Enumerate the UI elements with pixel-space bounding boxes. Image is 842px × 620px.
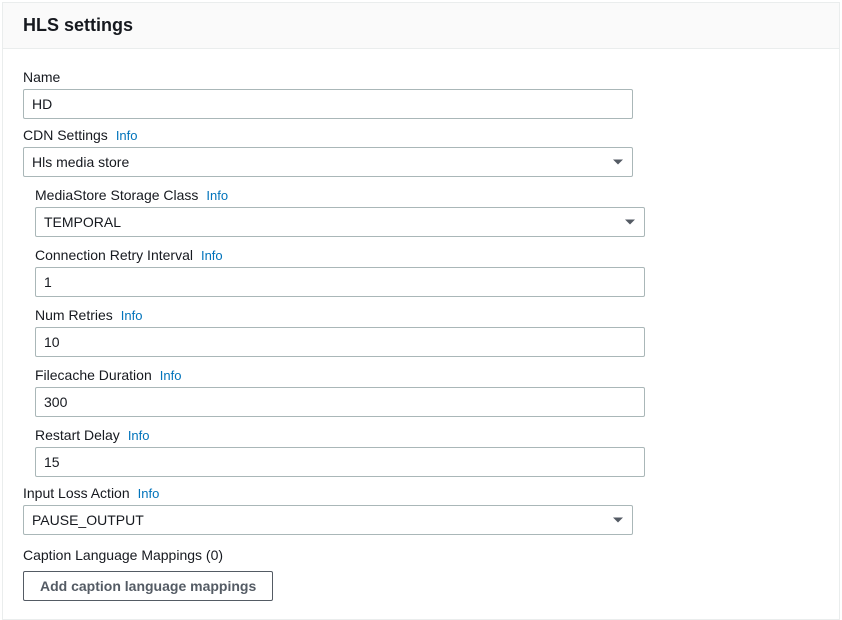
restart-delay-label: Restart Delay Info	[35, 427, 819, 443]
name-label-text: Name	[23, 69, 60, 85]
filecache-duration-info-link[interactable]: Info	[160, 368, 182, 383]
caption-language-mappings-section: Caption Language Mappings (0) Add captio…	[23, 547, 819, 601]
panel-header: HLS settings	[3, 3, 839, 49]
connection-retry-interval-input[interactable]	[35, 267, 645, 297]
cdn-settings-label-text: CDN Settings	[23, 127, 108, 143]
filecache-duration-label-text: Filecache Duration	[35, 367, 152, 383]
mediastore-storage-class-select-wrap	[35, 207, 645, 237]
input-loss-action-field: Input Loss Action Info	[23, 485, 819, 535]
input-loss-action-info-link[interactable]: Info	[138, 486, 160, 501]
num-retries-field: Num Retries Info	[35, 307, 819, 357]
filecache-duration-input[interactable]	[35, 387, 645, 417]
connection-retry-interval-field: Connection Retry Interval Info	[35, 247, 819, 297]
mediastore-storage-class-info-link[interactable]: Info	[206, 188, 228, 203]
input-loss-action-select-wrap	[23, 505, 633, 535]
restart-delay-label-text: Restart Delay	[35, 427, 120, 443]
mediastore-storage-class-label-text: MediaStore Storage Class	[35, 187, 198, 203]
input-loss-action-label-text: Input Loss Action	[23, 485, 130, 501]
panel-body: Name CDN Settings Info MediaStore Storag…	[3, 49, 839, 619]
connection-retry-interval-label-text: Connection Retry Interval	[35, 247, 193, 263]
restart-delay-info-link[interactable]: Info	[128, 428, 150, 443]
filecache-duration-label: Filecache Duration Info	[35, 367, 819, 383]
panel-title: HLS settings	[23, 15, 819, 36]
restart-delay-input[interactable]	[35, 447, 645, 477]
num-retries-input[interactable]	[35, 327, 645, 357]
filecache-duration-field: Filecache Duration Info	[35, 367, 819, 417]
add-caption-language-mappings-button[interactable]: Add caption language mappings	[23, 571, 273, 601]
cdn-settings-info-link[interactable]: Info	[116, 128, 138, 143]
input-loss-action-label: Input Loss Action Info	[23, 485, 819, 501]
restart-delay-field: Restart Delay Info	[35, 427, 819, 477]
hls-settings-panel: HLS settings Name CDN Settings Info	[2, 2, 840, 620]
num-retries-label-text: Num Retries	[35, 307, 113, 323]
cdn-settings-select-wrap	[23, 147, 633, 177]
input-loss-action-select[interactable]	[23, 505, 633, 535]
name-label: Name	[23, 69, 819, 85]
connection-retry-interval-label: Connection Retry Interval Info	[35, 247, 819, 263]
name-field: Name	[23, 69, 819, 119]
caption-language-mappings-title: Caption Language Mappings (0)	[23, 547, 819, 563]
name-input[interactable]	[23, 89, 633, 119]
mediastore-storage-class-field: MediaStore Storage Class Info	[35, 187, 819, 237]
num-retries-label: Num Retries Info	[35, 307, 819, 323]
connection-retry-interval-info-link[interactable]: Info	[201, 248, 223, 263]
mediastore-storage-class-select[interactable]	[35, 207, 645, 237]
cdn-settings-select[interactable]	[23, 147, 633, 177]
cdn-settings-label: CDN Settings Info	[23, 127, 819, 143]
cdn-settings-field: CDN Settings Info	[23, 127, 819, 177]
num-retries-info-link[interactable]: Info	[121, 308, 143, 323]
cdn-nested-fields: MediaStore Storage Class Info Connection…	[35, 187, 819, 477]
mediastore-storage-class-label: MediaStore Storage Class Info	[35, 187, 819, 203]
